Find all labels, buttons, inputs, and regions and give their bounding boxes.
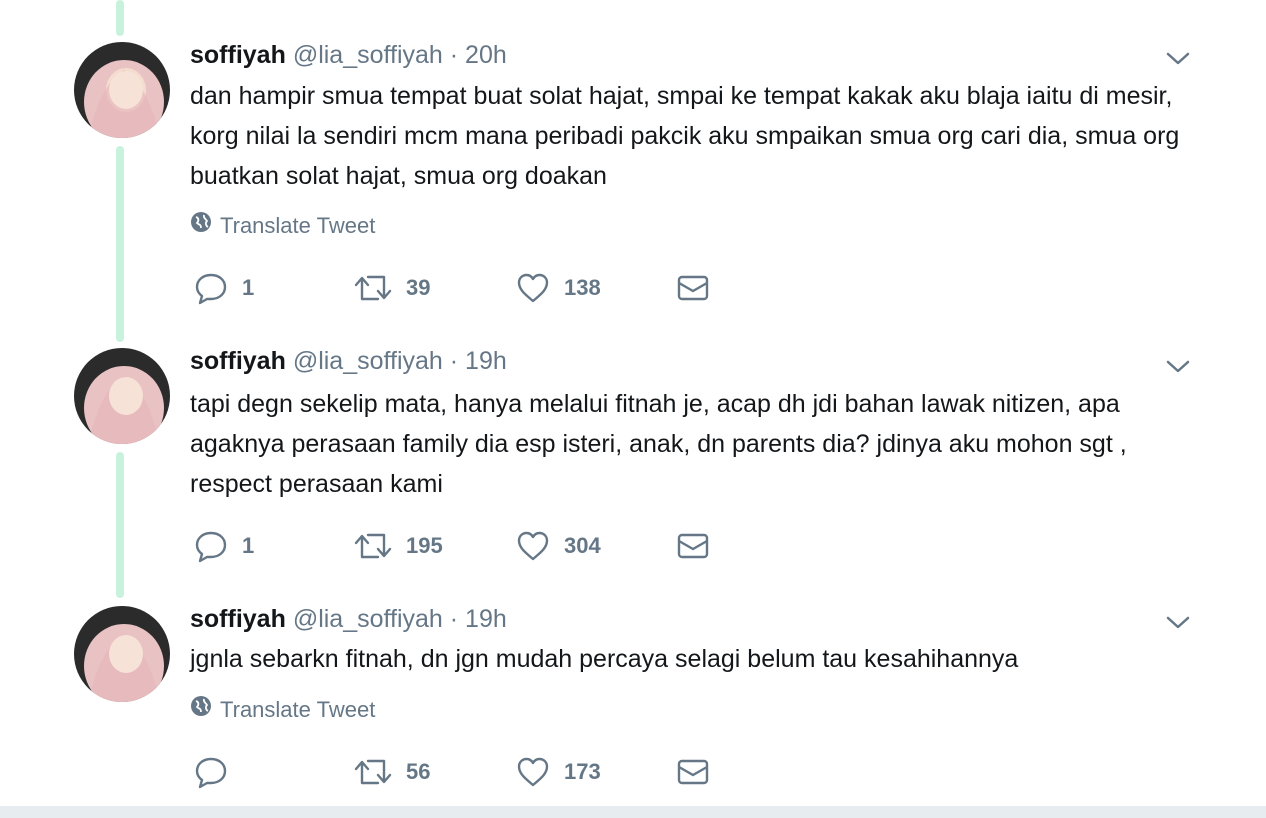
- timestamp[interactable]: 20h: [465, 41, 507, 69]
- retweet-button[interactable]: 39: [354, 268, 430, 308]
- timestamp[interactable]: 19h: [465, 605, 507, 633]
- reply-icon: [194, 529, 228, 563]
- heart-icon: [516, 272, 550, 304]
- like-button[interactable]: 138: [516, 268, 601, 308]
- tweet-actions: 1 195 304: [190, 526, 750, 566]
- like-button[interactable]: 304: [516, 526, 601, 566]
- tweet-text: jgnla sebarkn fitnah, dn jgn mudah perca…: [190, 645, 1019, 673]
- user-handle[interactable]: @lia_soffiyah: [293, 605, 443, 633]
- user-handle[interactable]: @lia_soffiyah: [293, 347, 443, 375]
- separator-dot: ·: [449, 41, 459, 69]
- envelope-icon: [676, 273, 710, 303]
- avatar[interactable]: [74, 42, 170, 138]
- tweet-text: tapi degn sekelip mata, hanya melalui fi…: [190, 390, 1127, 498]
- reply-icon: [194, 755, 228, 789]
- retweet-icon: [354, 757, 392, 787]
- retweet-count: 39: [406, 275, 431, 300]
- separator-dot: ·: [449, 605, 459, 633]
- like-button[interactable]: 173: [516, 752, 601, 792]
- direct-message-button[interactable]: [676, 752, 710, 792]
- tweet[interactable]: soffiyah @lia_soffiyah · 19h jgnla sebar…: [0, 590, 1266, 806]
- tweet-header: soffiyah @lia_soffiyah · 19h: [190, 604, 507, 634]
- tweet[interactable]: soffiyah @lia_soffiyah · 20h dan hampir …: [0, 0, 1266, 330]
- translate-tweet-link[interactable]: Translate Tweet: [190, 695, 375, 725]
- avatar[interactable]: [74, 348, 170, 444]
- reply-button[interactable]: 1: [194, 526, 254, 566]
- like-count: 173: [564, 759, 601, 784]
- retweet-icon: [354, 273, 392, 303]
- like-count: 304: [564, 533, 601, 558]
- direct-message-button[interactable]: [676, 526, 710, 566]
- tweet-header: soffiyah @lia_soffiyah · 19h: [190, 346, 507, 376]
- heart-icon: [516, 756, 550, 788]
- tweet-header: soffiyah @lia_soffiyah · 20h: [190, 40, 507, 70]
- translate-label: Translate Tweet: [220, 697, 376, 722]
- reply-button[interactable]: [194, 752, 242, 792]
- chevron-down-icon[interactable]: [1164, 612, 1192, 632]
- tweet-actions: 1 39 138: [190, 268, 750, 308]
- tweet-actions: 56 173: [190, 752, 750, 792]
- envelope-icon: [676, 757, 710, 787]
- display-name[interactable]: soffiyah: [190, 605, 286, 633]
- separator-dot: ·: [449, 347, 459, 375]
- reply-button[interactable]: 1: [194, 268, 254, 308]
- envelope-icon: [676, 531, 710, 561]
- reply-icon: [194, 271, 228, 305]
- retweet-count: 195: [406, 533, 443, 558]
- globe-icon: [190, 695, 212, 725]
- globe-icon: [190, 211, 212, 241]
- direct-message-button[interactable]: [676, 268, 710, 308]
- tweet[interactable]: soffiyah @lia_soffiyah · 19h tapi degn s…: [0, 330, 1266, 590]
- translate-tweet-link[interactable]: Translate Tweet: [190, 211, 375, 241]
- heart-icon: [516, 530, 550, 562]
- retweet-count: 56: [406, 759, 431, 784]
- display-name[interactable]: soffiyah: [190, 41, 286, 69]
- chevron-down-icon[interactable]: [1164, 356, 1192, 376]
- like-count: 138: [564, 275, 601, 300]
- retweet-icon: [354, 531, 392, 561]
- reply-count: 1: [242, 275, 255, 300]
- chevron-down-icon[interactable]: [1164, 48, 1192, 68]
- retweet-button[interactable]: 56: [354, 752, 430, 792]
- display-name[interactable]: soffiyah: [190, 347, 286, 375]
- reply-count: 1: [242, 533, 255, 558]
- timeline-divider: [0, 806, 1266, 818]
- translate-label: Translate Tweet: [220, 213, 376, 238]
- retweet-button[interactable]: 195: [354, 526, 443, 566]
- tweet-text: dan hampir smua tempat buat solat hajat,…: [190, 82, 1180, 190]
- avatar[interactable]: [74, 606, 170, 702]
- timestamp[interactable]: 19h: [465, 347, 507, 375]
- user-handle[interactable]: @lia_soffiyah: [293, 41, 443, 69]
